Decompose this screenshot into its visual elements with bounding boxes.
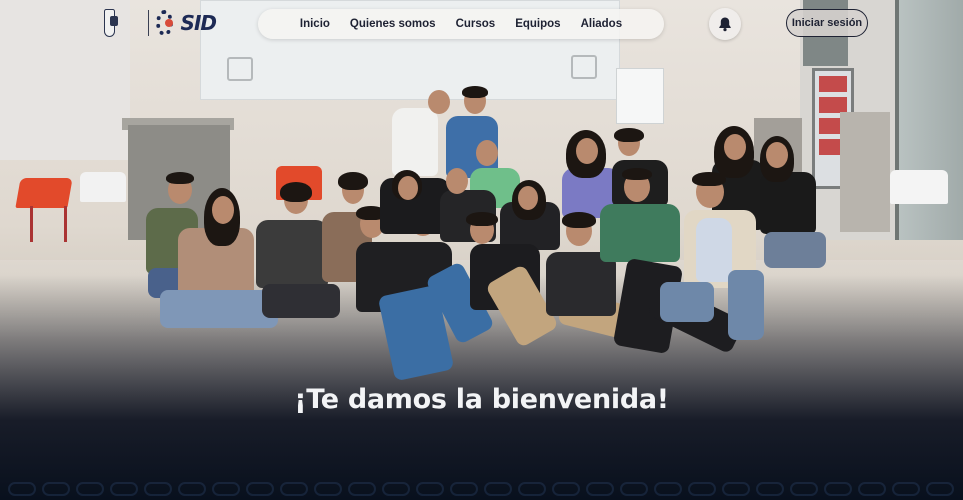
notifications-button[interactable] bbox=[709, 8, 741, 40]
screen-icon bbox=[571, 55, 597, 79]
chair-leg bbox=[30, 206, 33, 242]
glass-door bbox=[895, 0, 963, 240]
room-column bbox=[840, 112, 890, 232]
chair bbox=[890, 170, 948, 204]
chair bbox=[15, 178, 73, 208]
logo-text: SID bbox=[180, 11, 217, 35]
gear-logo-icon bbox=[156, 10, 173, 36]
university-crest-icon bbox=[104, 9, 119, 37]
main-navigation: Inicio Quienes somos Cursos Equipos Alia… bbox=[258, 9, 664, 39]
nav-link-quienes-somos[interactable]: Quienes somos bbox=[350, 18, 436, 30]
nav-link-equipos[interactable]: Equipos bbox=[515, 18, 560, 30]
decorative-pattern bbox=[0, 482, 963, 500]
wall-panel bbox=[616, 68, 664, 124]
brand-logos[interactable]: SID bbox=[104, 7, 217, 39]
nav-link-aliados[interactable]: Aliados bbox=[581, 18, 623, 30]
nav-link-inicio[interactable]: Inicio bbox=[300, 18, 330, 30]
chair bbox=[80, 172, 126, 202]
login-button[interactable]: Iniciar sesión bbox=[786, 9, 868, 37]
hero-title: ¡Te damos la bienvenida! bbox=[294, 384, 669, 415]
screen-icon bbox=[227, 57, 253, 81]
hero-banner: SID Inicio Quienes somos Cursos Equipos … bbox=[0, 0, 963, 500]
bell-icon bbox=[719, 17, 731, 32]
nav-link-cursos[interactable]: Cursos bbox=[456, 18, 496, 30]
chair-leg bbox=[64, 206, 67, 242]
